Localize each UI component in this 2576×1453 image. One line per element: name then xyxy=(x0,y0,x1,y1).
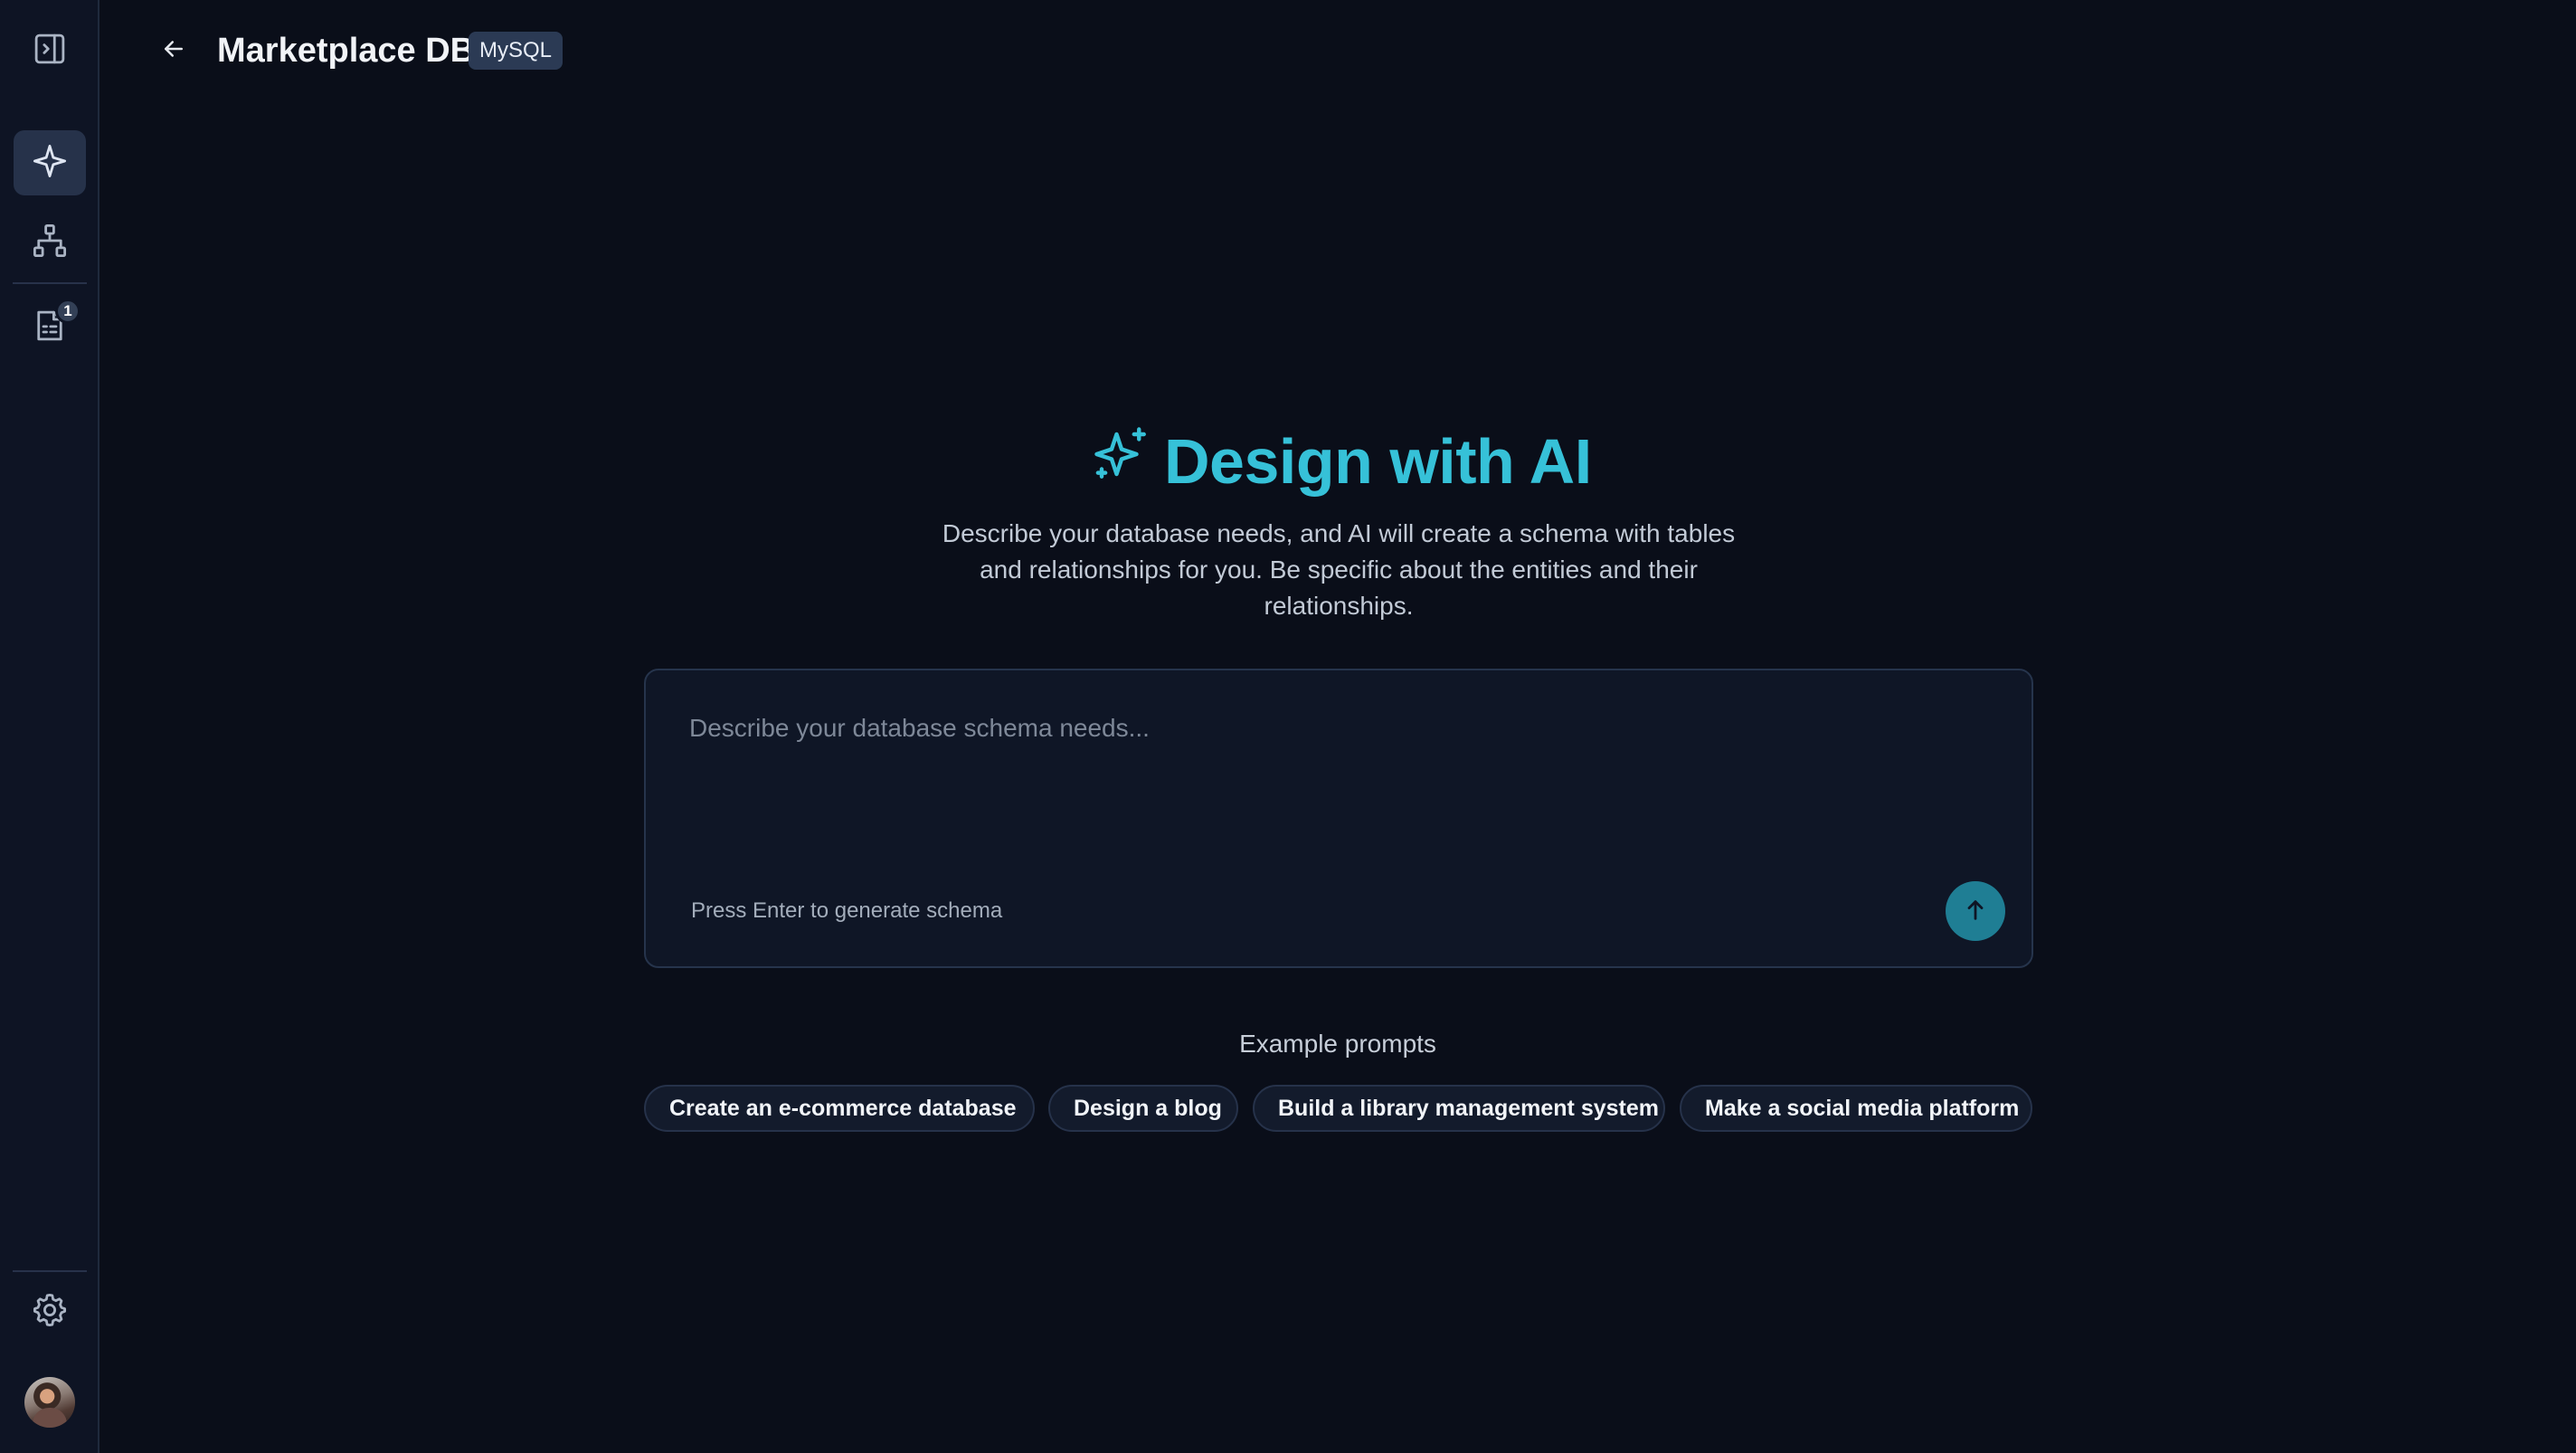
back-button[interactable] xyxy=(156,33,192,69)
example-prompt-blog[interactable]: Design a blog xyxy=(1048,1085,1238,1132)
generate-schema-button[interactable] xyxy=(1946,881,2005,941)
example-prompt-social-media[interactable]: Make a social media platform xyxy=(1680,1085,2032,1132)
example-prompt-ecommerce[interactable]: Create an e-commerce database xyxy=(644,1085,1035,1132)
sidebar: 1 xyxy=(0,0,99,1453)
hero-title: Design with AI xyxy=(1092,425,1592,498)
schema-prompt-input[interactable] xyxy=(689,714,1974,859)
sidebar-item-documents[interactable]: 1 xyxy=(14,295,86,360)
arrow-left-icon xyxy=(160,35,187,67)
settings-button[interactable] xyxy=(14,1279,86,1344)
hierarchy-icon xyxy=(31,222,69,264)
app-root: 1 Marketplace DB MySQL Design with AI De… xyxy=(0,0,2576,1453)
sparkles-icon xyxy=(1092,424,1151,499)
page-title: Marketplace DB xyxy=(217,32,476,70)
toggle-sidebar-button[interactable] xyxy=(14,18,86,83)
arrow-up-icon xyxy=(1963,897,1988,926)
sidebar-item-diagram[interactable] xyxy=(14,210,86,275)
hero-title-text: Design with AI xyxy=(1164,426,1592,497)
example-prompt-library[interactable]: Build a library management system xyxy=(1253,1085,1665,1132)
sidebar-divider xyxy=(13,282,87,284)
prompt-box: Press Enter to generate schema xyxy=(644,669,2033,968)
hero-description: Describe your database needs, and AI wil… xyxy=(942,519,1736,620)
sparkle-icon xyxy=(31,142,69,185)
example-prompts-heading: Example prompts xyxy=(1239,1030,1436,1058)
sidebar-divider-bottom xyxy=(13,1270,87,1272)
sidebar-item-ai-design[interactable] xyxy=(14,130,86,195)
panel-toggle-icon xyxy=(31,30,69,72)
db-type-badge: MySQL xyxy=(469,32,564,70)
documents-count-badge: 1 xyxy=(55,299,80,324)
user-avatar[interactable] xyxy=(24,1377,75,1428)
prompt-hint: Press Enter to generate schema xyxy=(691,898,1003,923)
gear-icon xyxy=(31,1291,69,1334)
